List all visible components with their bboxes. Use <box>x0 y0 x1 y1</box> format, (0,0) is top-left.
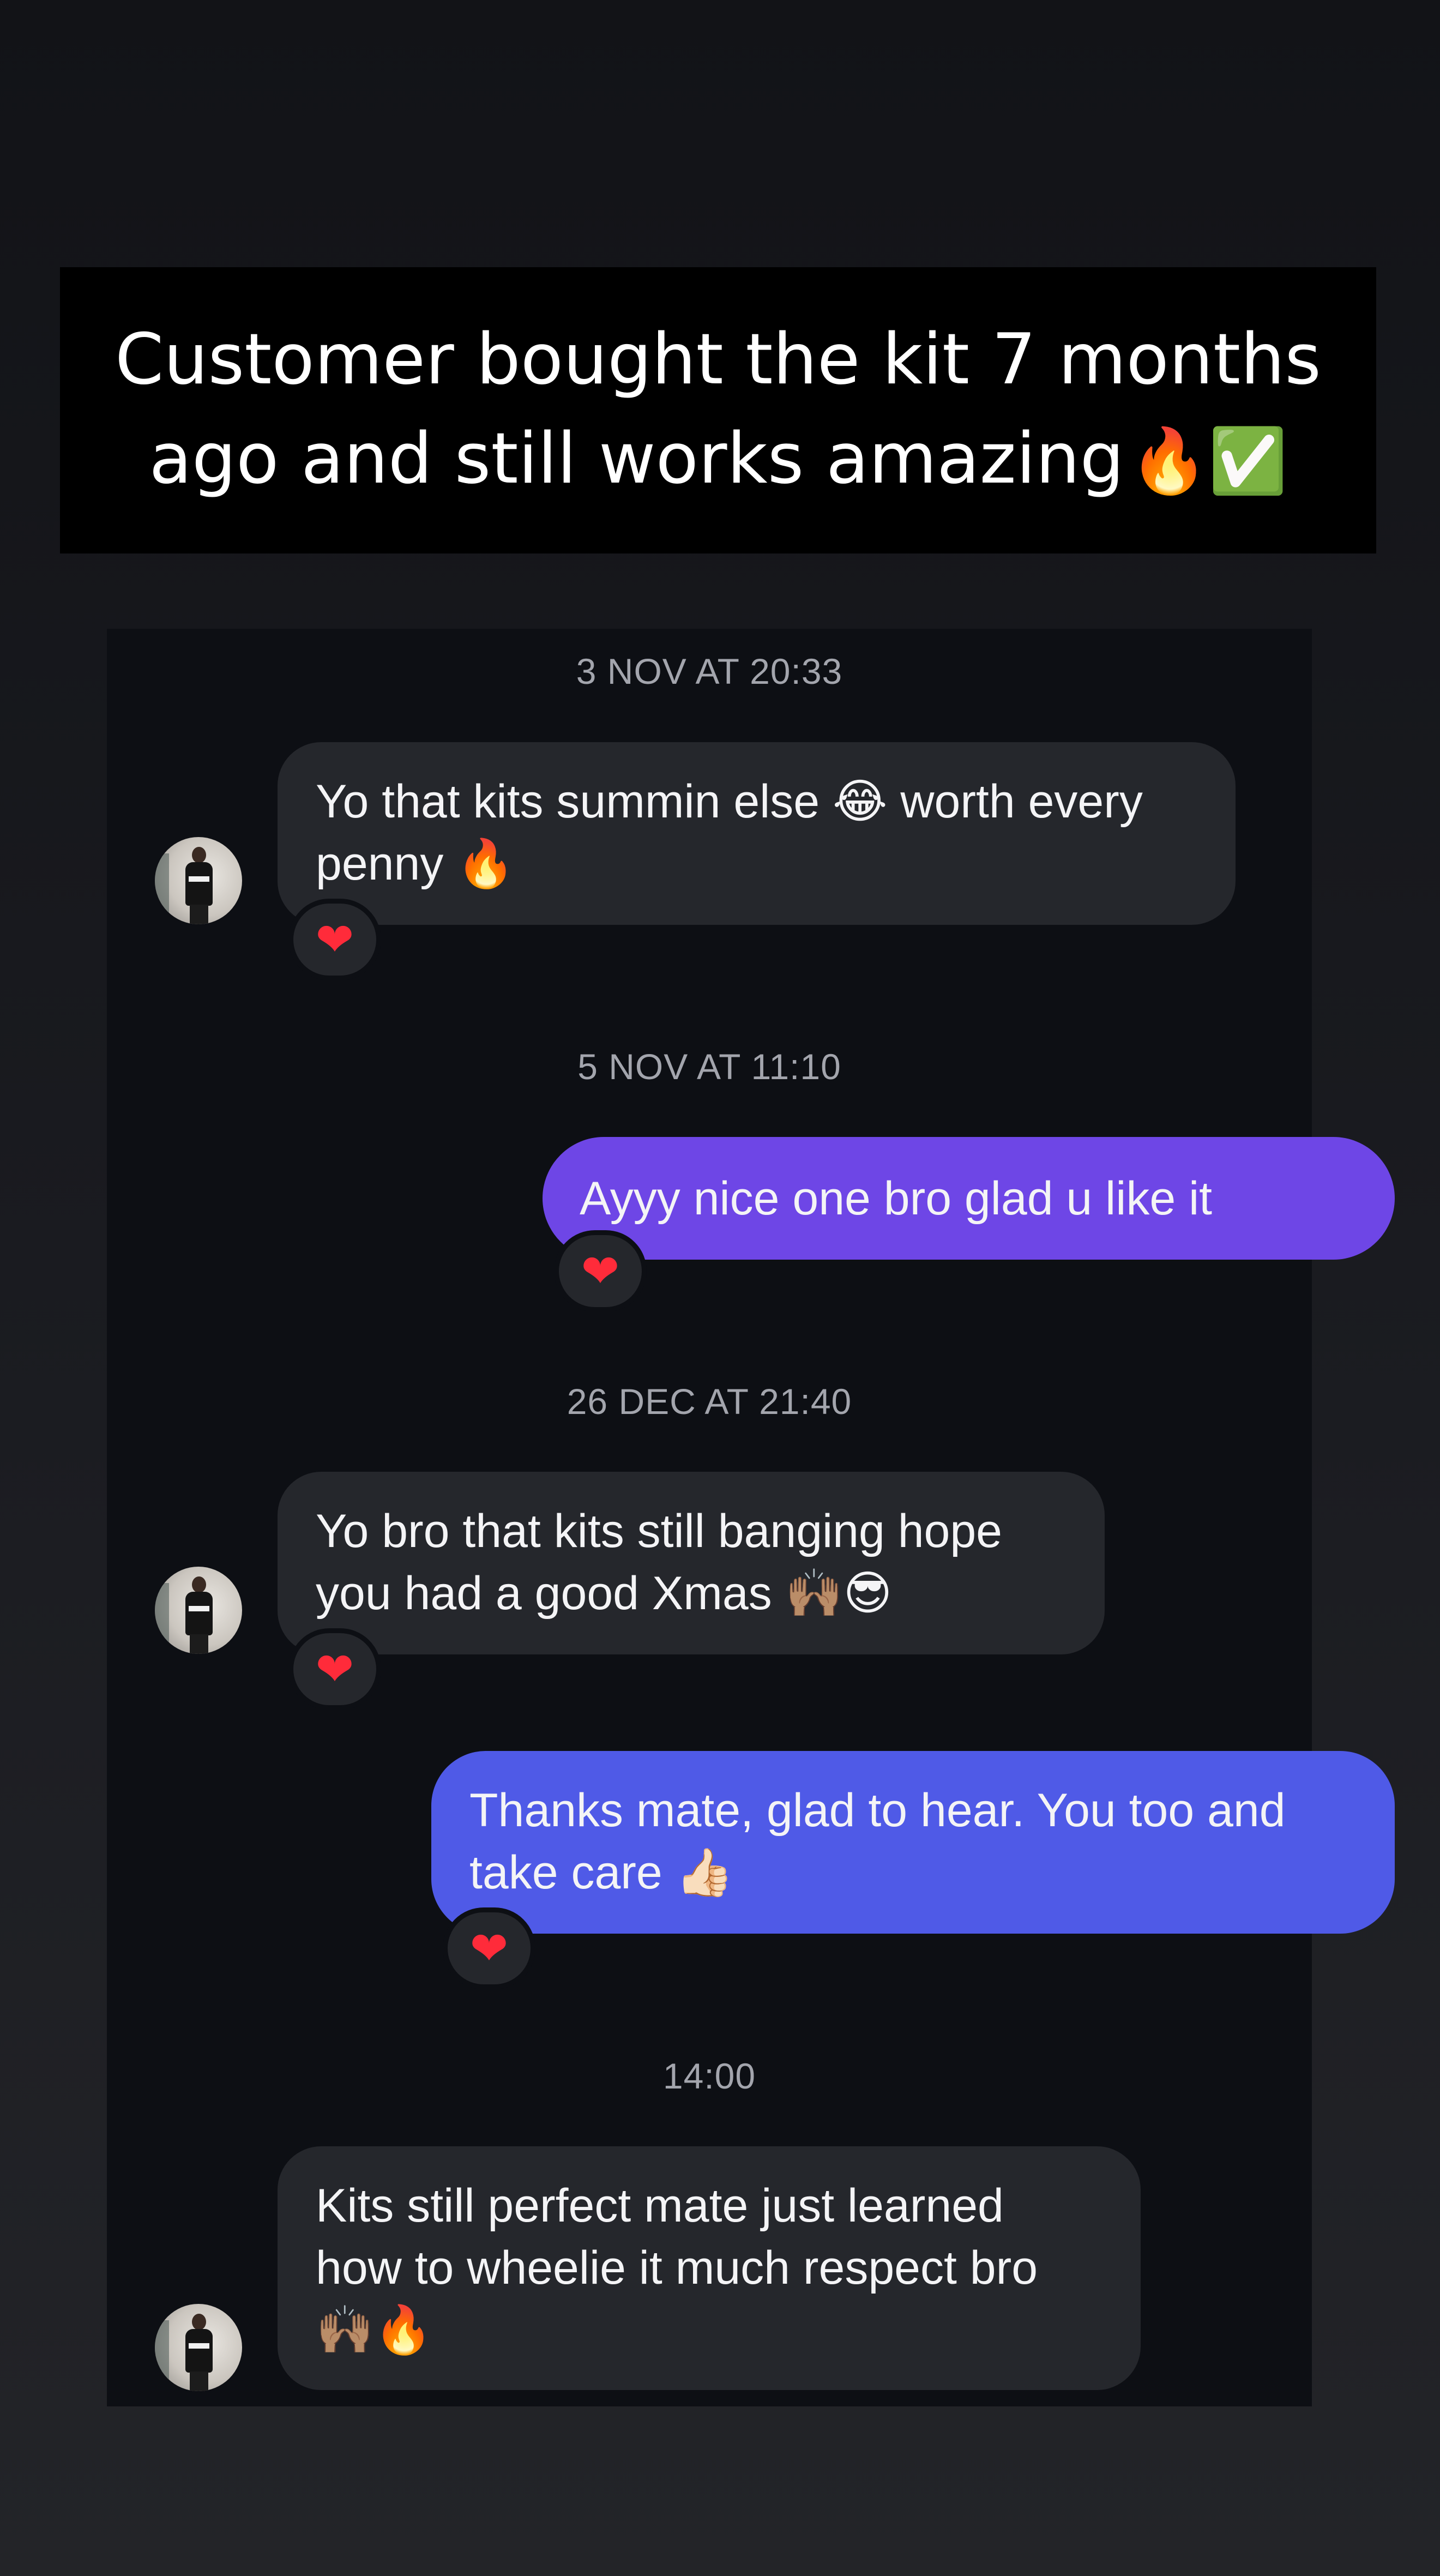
message-bubble-sent[interactable]: Thanks mate, glad to hear. You too and t… <box>431 1751 1395 1934</box>
avatar[interactable] <box>155 837 242 924</box>
heart-icon[interactable]: ❤ <box>288 899 381 980</box>
timestamp: 5 NOV AT 11:10 <box>577 1046 841 1087</box>
message-bubble-sent[interactable]: Ayyy nice one bro glad u like it <box>543 1137 1395 1260</box>
message-bubble-received[interactable]: Yo that kits summin else 😂 worth every p… <box>278 742 1236 925</box>
chat-thread: 3 NOV AT 20:33 Yo that kits summin else … <box>107 629 1395 2406</box>
caption-text-block: Customer bought the kit 7 months ago and… <box>102 310 1334 511</box>
message-bubble-received[interactable]: Kits still perfect mate just learned how… <box>278 2146 1141 2390</box>
timestamp: 26 DEC AT 21:40 <box>567 1381 852 1422</box>
heart-icon[interactable]: ❤ <box>443 1907 535 1989</box>
caption-banner: Customer bought the kit 7 months ago and… <box>60 267 1376 553</box>
avatar[interactable] <box>155 2304 242 2391</box>
heart-icon[interactable]: ❤ <box>554 1230 647 1312</box>
timestamp: 14:00 <box>662 2056 756 2096</box>
caption-emojis: 🔥✅ <box>1129 424 1287 498</box>
timestamp: 3 NOV AT 20:33 <box>576 651 843 691</box>
message-bubble-received[interactable]: Yo bro that kits still banging hope you … <box>278 1472 1105 1654</box>
avatar[interactable] <box>155 1567 242 1654</box>
heart-icon[interactable]: ❤ <box>288 1628 381 1710</box>
